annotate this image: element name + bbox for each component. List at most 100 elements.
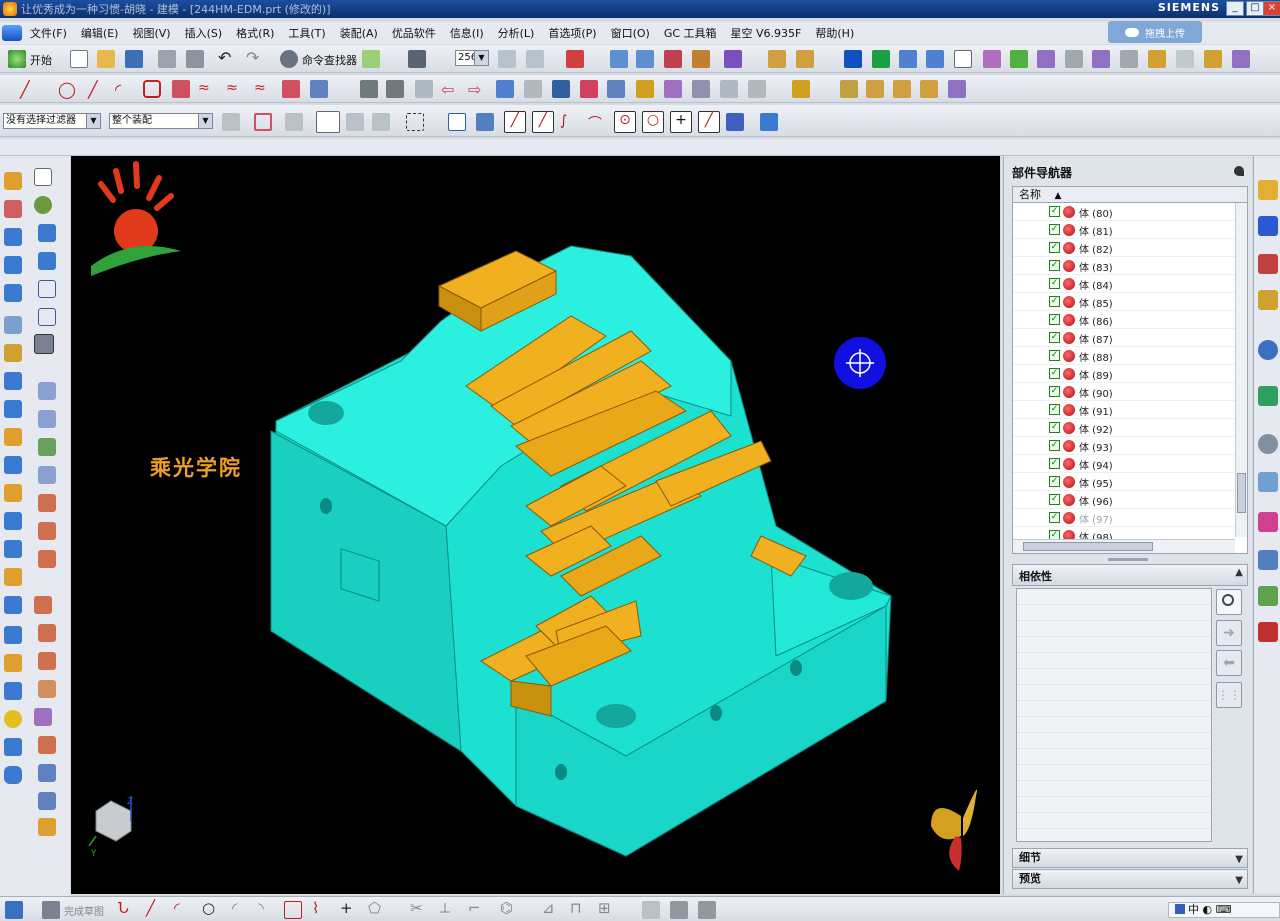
wcs-icon[interactable] bbox=[566, 50, 584, 68]
snap-intersection-icon[interactable]: ⌒ bbox=[588, 113, 606, 132]
feature-icon-5[interactable] bbox=[4, 284, 22, 302]
sketch-line-icon[interactable]: ╱ bbox=[146, 901, 164, 919]
surface-icon-7[interactable] bbox=[38, 550, 56, 568]
forward-arrow-icon[interactable]: ➜ bbox=[1216, 620, 1242, 646]
csys-icon[interactable] bbox=[610, 50, 628, 68]
color-depth-select[interactable]: 256 ▼ bbox=[455, 50, 489, 66]
scale-icon[interactable] bbox=[524, 80, 542, 98]
tool-g-icon[interactable] bbox=[1176, 50, 1194, 68]
sync-icon-4[interactable] bbox=[38, 680, 56, 698]
process-studio-icon[interactable] bbox=[1258, 550, 1278, 570]
visibility-checkbox[interactable]: ✓ bbox=[1049, 242, 1060, 253]
dependency-panel-header[interactable]: 相依性 ▲ bbox=[1012, 564, 1248, 586]
sketch-chamfer-icon[interactable]: ◝ bbox=[258, 901, 276, 919]
paste-icon[interactable] bbox=[186, 50, 204, 68]
select-feature-icon[interactable] bbox=[316, 111, 340, 133]
surface-icon-4[interactable] bbox=[38, 466, 56, 484]
surface-icon-6[interactable] bbox=[38, 522, 56, 540]
undo-icon[interactable]: ↶ bbox=[218, 50, 236, 68]
menu-window[interactable]: 窗口(O) bbox=[605, 25, 658, 41]
menu-preferences[interactable]: 首选项(P) bbox=[542, 25, 604, 41]
visibility-checkbox[interactable]: ✓ bbox=[1049, 422, 1060, 433]
nx-menu-icon[interactable] bbox=[2, 25, 22, 41]
visibility-checkbox[interactable]: ✓ bbox=[1049, 404, 1060, 415]
pin-icon[interactable] bbox=[1234, 166, 1244, 176]
web-browser-icon[interactable] bbox=[1258, 340, 1278, 360]
sketch-extend-icon[interactable]: ⟂ bbox=[440, 901, 458, 919]
line-icon[interactable]: ╱ bbox=[20, 80, 38, 99]
feature-icon-13[interactable] bbox=[4, 540, 22, 558]
sketch-auto-icon[interactable]: ⊞ bbox=[598, 901, 616, 919]
clock-icon[interactable] bbox=[1258, 434, 1278, 454]
sketch-fillet-icon[interactable]: ◜ bbox=[232, 901, 250, 919]
spline-icon[interactable] bbox=[172, 80, 190, 98]
visibility-checkbox[interactable]: ✓ bbox=[1049, 314, 1060, 325]
point-icon[interactable] bbox=[664, 50, 682, 68]
visibility-checkbox[interactable]: ✓ bbox=[1049, 440, 1060, 451]
menu-edit[interactable]: 编辑(E) bbox=[75, 25, 127, 41]
command-finder-icon[interactable] bbox=[280, 50, 298, 68]
angle-2-icon[interactable] bbox=[920, 80, 938, 98]
electrode-group-icon[interactable] bbox=[926, 50, 944, 68]
tree-row[interactable]: ✓ 体 (94) bbox=[1013, 455, 1235, 473]
ruler-2-icon[interactable] bbox=[893, 80, 911, 98]
feature-icon-12[interactable] bbox=[4, 512, 22, 530]
sketch-trim-icon[interactable]: ✂ bbox=[410, 901, 428, 919]
shaded-edges-icon[interactable] bbox=[38, 252, 56, 270]
profile-icon[interactable]: Ն bbox=[118, 901, 136, 919]
visibility-checkbox[interactable]: ✓ bbox=[1049, 350, 1060, 361]
visibility-checkbox[interactable]: ✓ bbox=[1049, 278, 1060, 289]
layer-icon[interactable] bbox=[498, 50, 516, 68]
feature-icon-3[interactable] bbox=[4, 228, 22, 246]
sketch-icon[interactable] bbox=[5, 901, 23, 919]
tree-row[interactable]: ✓ 体 (84) bbox=[1013, 275, 1235, 293]
feature-icon-1[interactable] bbox=[4, 172, 22, 190]
visibility-checkbox[interactable]: ✓ bbox=[1049, 368, 1060, 379]
hidden-line-icon[interactable] bbox=[38, 308, 56, 326]
sketch-constraint-icon[interactable]: ⊓ bbox=[570, 901, 588, 919]
ime-status[interactable]: 中 ◐ ⌨ bbox=[1168, 902, 1280, 918]
visibility-checkbox[interactable]: ✓ bbox=[1049, 224, 1060, 235]
sync-icon-8[interactable] bbox=[38, 792, 56, 810]
tree-row[interactable]: ✓ 体 (82) bbox=[1013, 239, 1235, 257]
graphics-window[interactable]: Y Z 乘光学院 bbox=[71, 156, 1000, 894]
background-icon[interactable] bbox=[34, 334, 54, 354]
close-button[interactable]: × bbox=[1263, 1, 1280, 16]
select-back-icon[interactable] bbox=[285, 113, 303, 131]
feature-icon-11[interactable] bbox=[4, 484, 22, 502]
open-folder-icon[interactable] bbox=[97, 50, 115, 68]
tool-b-icon[interactable] bbox=[1037, 50, 1055, 68]
tree-row[interactable]: ✓ 体 (90) bbox=[1013, 383, 1235, 401]
tool-c-icon[interactable] bbox=[1065, 50, 1083, 68]
revolve-icon[interactable] bbox=[580, 80, 598, 98]
list-options-icon[interactable]: ⋮⋮ bbox=[1216, 682, 1242, 708]
command-finder-button[interactable]: 命令查找器 bbox=[302, 52, 357, 68]
tool-a-icon[interactable] bbox=[983, 50, 1001, 68]
tree-row[interactable]: ✓ 体 (81) bbox=[1013, 221, 1235, 239]
visibility-checkbox[interactable]: ✓ bbox=[1049, 476, 1060, 487]
finish-sketch-icon[interactable] bbox=[42, 901, 60, 919]
sync-icon-5[interactable] bbox=[34, 708, 52, 726]
cylinder-icon[interactable] bbox=[4, 316, 22, 334]
menu-format[interactable]: 格式(R) bbox=[230, 25, 282, 41]
filter-settings-icon[interactable] bbox=[222, 113, 240, 131]
feature-icon-2[interactable] bbox=[4, 200, 22, 218]
start-icon[interactable] bbox=[8, 50, 26, 68]
reuse-library-icon[interactable] bbox=[1258, 290, 1278, 310]
tool-d-icon[interactable] bbox=[1092, 50, 1110, 68]
electrode-icon[interactable] bbox=[899, 50, 917, 68]
surface-icon-3[interactable] bbox=[38, 438, 56, 456]
palette-icon[interactable] bbox=[1258, 512, 1278, 532]
select-edge-icon[interactable] bbox=[372, 113, 390, 131]
menu-xingkong[interactable]: 星空 V6.935F bbox=[725, 25, 810, 41]
line-2-icon[interactable]: ╱ bbox=[88, 80, 106, 99]
tree-vertical-scrollbar[interactable] bbox=[1235, 203, 1247, 537]
snap-icon[interactable] bbox=[724, 50, 742, 68]
visibility-checkbox[interactable]: ✓ bbox=[1049, 494, 1060, 505]
offset-curve-icon[interactable]: ≈ bbox=[198, 80, 216, 98]
snap-point-icon[interactable] bbox=[254, 113, 272, 131]
visibility-checkbox[interactable]: ✓ bbox=[1049, 386, 1060, 397]
section-icon[interactable] bbox=[607, 80, 625, 98]
ruler-icon[interactable] bbox=[866, 80, 884, 98]
selection-filter-select[interactable]: 没有选择过滤器 ▼ bbox=[3, 113, 101, 129]
